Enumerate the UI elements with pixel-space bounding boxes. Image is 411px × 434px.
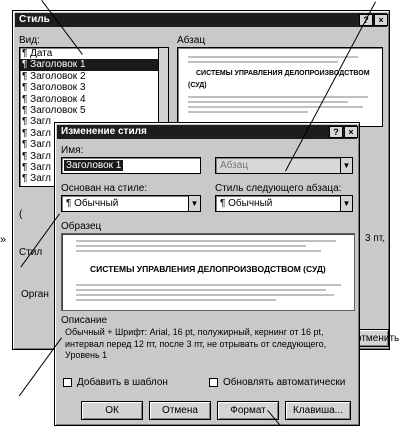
next-style-label: Стиль следующего абзаца: bbox=[215, 183, 342, 194]
style-list-item[interactable]: ¶ Заголовок 2 bbox=[20, 71, 168, 82]
modify-style-title: Изменение стиля bbox=[61, 126, 147, 137]
next-style-select[interactable]: ¶ Обычный ▼ bbox=[215, 195, 353, 212]
description-line: Уровень 1 bbox=[65, 350, 108, 360]
preview-grey-line bbox=[188, 101, 348, 103]
style-list-item-selected[interactable]: ¶ Заголовок 1 bbox=[20, 59, 168, 71]
chevron-down-icon[interactable]: ▼ bbox=[340, 196, 352, 211]
style-list-item[interactable]: ¶ Заголовок 4 bbox=[20, 94, 168, 105]
sample-grey-line bbox=[76, 289, 326, 291]
description-line: Обычный + Шрифт: Arial, 16 pt, полужирны… bbox=[65, 327, 324, 337]
sample-grey-line bbox=[76, 299, 276, 301]
chevron-down-icon[interactable]: ▼ bbox=[340, 158, 352, 173]
sample-label: Образец bbox=[61, 221, 102, 232]
preview-subheading: (СУД) bbox=[188, 82, 207, 89]
shortcut-button[interactable]: Клавиша... bbox=[285, 401, 351, 420]
help-button[interactable]: ? bbox=[329, 126, 343, 138]
preview-grey-line bbox=[188, 56, 358, 58]
description-line: интервал перед 12 пт, после 3 пт, не отр… bbox=[65, 338, 327, 349]
based-on-label: Основан на стиле: bbox=[61, 183, 148, 194]
based-on-select[interactable]: ¶ Обычный ▼ bbox=[61, 195, 201, 212]
style-list-item[interactable]: ¶ Заголовок 3 bbox=[20, 82, 168, 93]
style-dialog-titlebar: Стиль bbox=[15, 13, 387, 27]
style-list-item[interactable]: ¶ Заголовок 5 bbox=[20, 105, 168, 116]
sample-grey-line bbox=[76, 240, 336, 242]
sample-grey-line bbox=[76, 250, 321, 252]
cancel-button[interactable]: Отмена bbox=[149, 401, 211, 420]
next-style-value: ¶ Обычный bbox=[220, 198, 273, 209]
preview-grey-line bbox=[188, 96, 368, 98]
style-preview-label: Абзац bbox=[177, 35, 206, 46]
paragraph-preview: СИСТЕМЫ УПРАВЛЕНИЯ ДЕЛОПРОИЗВОДСТВОМ (СУ… bbox=[177, 47, 383, 127]
modify-style-dialog: Изменение стиля ? × Имя: Заголовок 1 Абз… bbox=[54, 122, 360, 426]
add-to-template-label: Добавить в шаблон bbox=[77, 377, 168, 388]
based-on-value: ¶ Обычный bbox=[66, 198, 119, 209]
preview-grey-line bbox=[188, 111, 308, 113]
ok-button[interactable]: ОК bbox=[81, 401, 143, 420]
style-cancel-button[interactable]: отменить bbox=[355, 329, 399, 347]
name-label: Имя: bbox=[61, 145, 84, 156]
sample-grey-line bbox=[76, 284, 341, 286]
preview-heading: СИСТЕМЫ УПРАВЛЕНИЯ ДЕЛОПРОИЗВОДСТВОМ bbox=[196, 70, 370, 77]
style-side-text: ( bbox=[19, 209, 23, 220]
preview-grey-line bbox=[188, 106, 363, 108]
sample-grey-line bbox=[76, 245, 306, 247]
style-dialog-title: Стиль bbox=[19, 14, 50, 25]
style-list-item[interactable]: ¶ Дата bbox=[20, 48, 168, 59]
sample-grey-line bbox=[76, 294, 334, 296]
preview-grey-line bbox=[188, 61, 338, 63]
name-input[interactable]: Заголовок 1 bbox=[61, 157, 201, 174]
chevron-down-icon[interactable]: ▼ bbox=[188, 196, 200, 211]
sample-heading: СИСТЕМЫ УПРАВЛЕНИЯ ДЕЛОПРОИЗВОДСТВОМ (СУ… bbox=[90, 264, 326, 274]
left-marker: » bbox=[0, 234, 7, 246]
description-label: Описание bbox=[61, 315, 108, 326]
format-button[interactable]: Формат bbox=[217, 401, 279, 420]
style-right-text: 3 пт, bbox=[365, 233, 386, 244]
style-type-value: Абзац bbox=[220, 160, 249, 171]
name-input-value: Заголовок 1 bbox=[64, 160, 124, 171]
add-to-template-checkbox[interactable] bbox=[63, 378, 72, 387]
auto-update-checkbox[interactable] bbox=[209, 378, 218, 387]
style-list-label: Вид: bbox=[19, 35, 40, 46]
style-close-button[interactable]: × bbox=[374, 14, 388, 26]
description-text: Обычный + Шрифт: Arial, 16 pt, полужирны… bbox=[65, 327, 355, 362]
modify-style-titlebar: Изменение стиля bbox=[57, 125, 357, 139]
auto-update-label: Обновлять автоматически bbox=[223, 377, 346, 388]
sample-preview: СИСТЕМЫ УПРАВЛЕНИЯ ДЕЛОПРОИЗВОДСТВОМ (СУ… bbox=[61, 233, 355, 311]
style-bottom-text: Орган bbox=[21, 289, 49, 300]
style-type-select[interactable]: Абзац ▼ bbox=[215, 157, 353, 174]
close-button[interactable]: × bbox=[344, 126, 358, 138]
